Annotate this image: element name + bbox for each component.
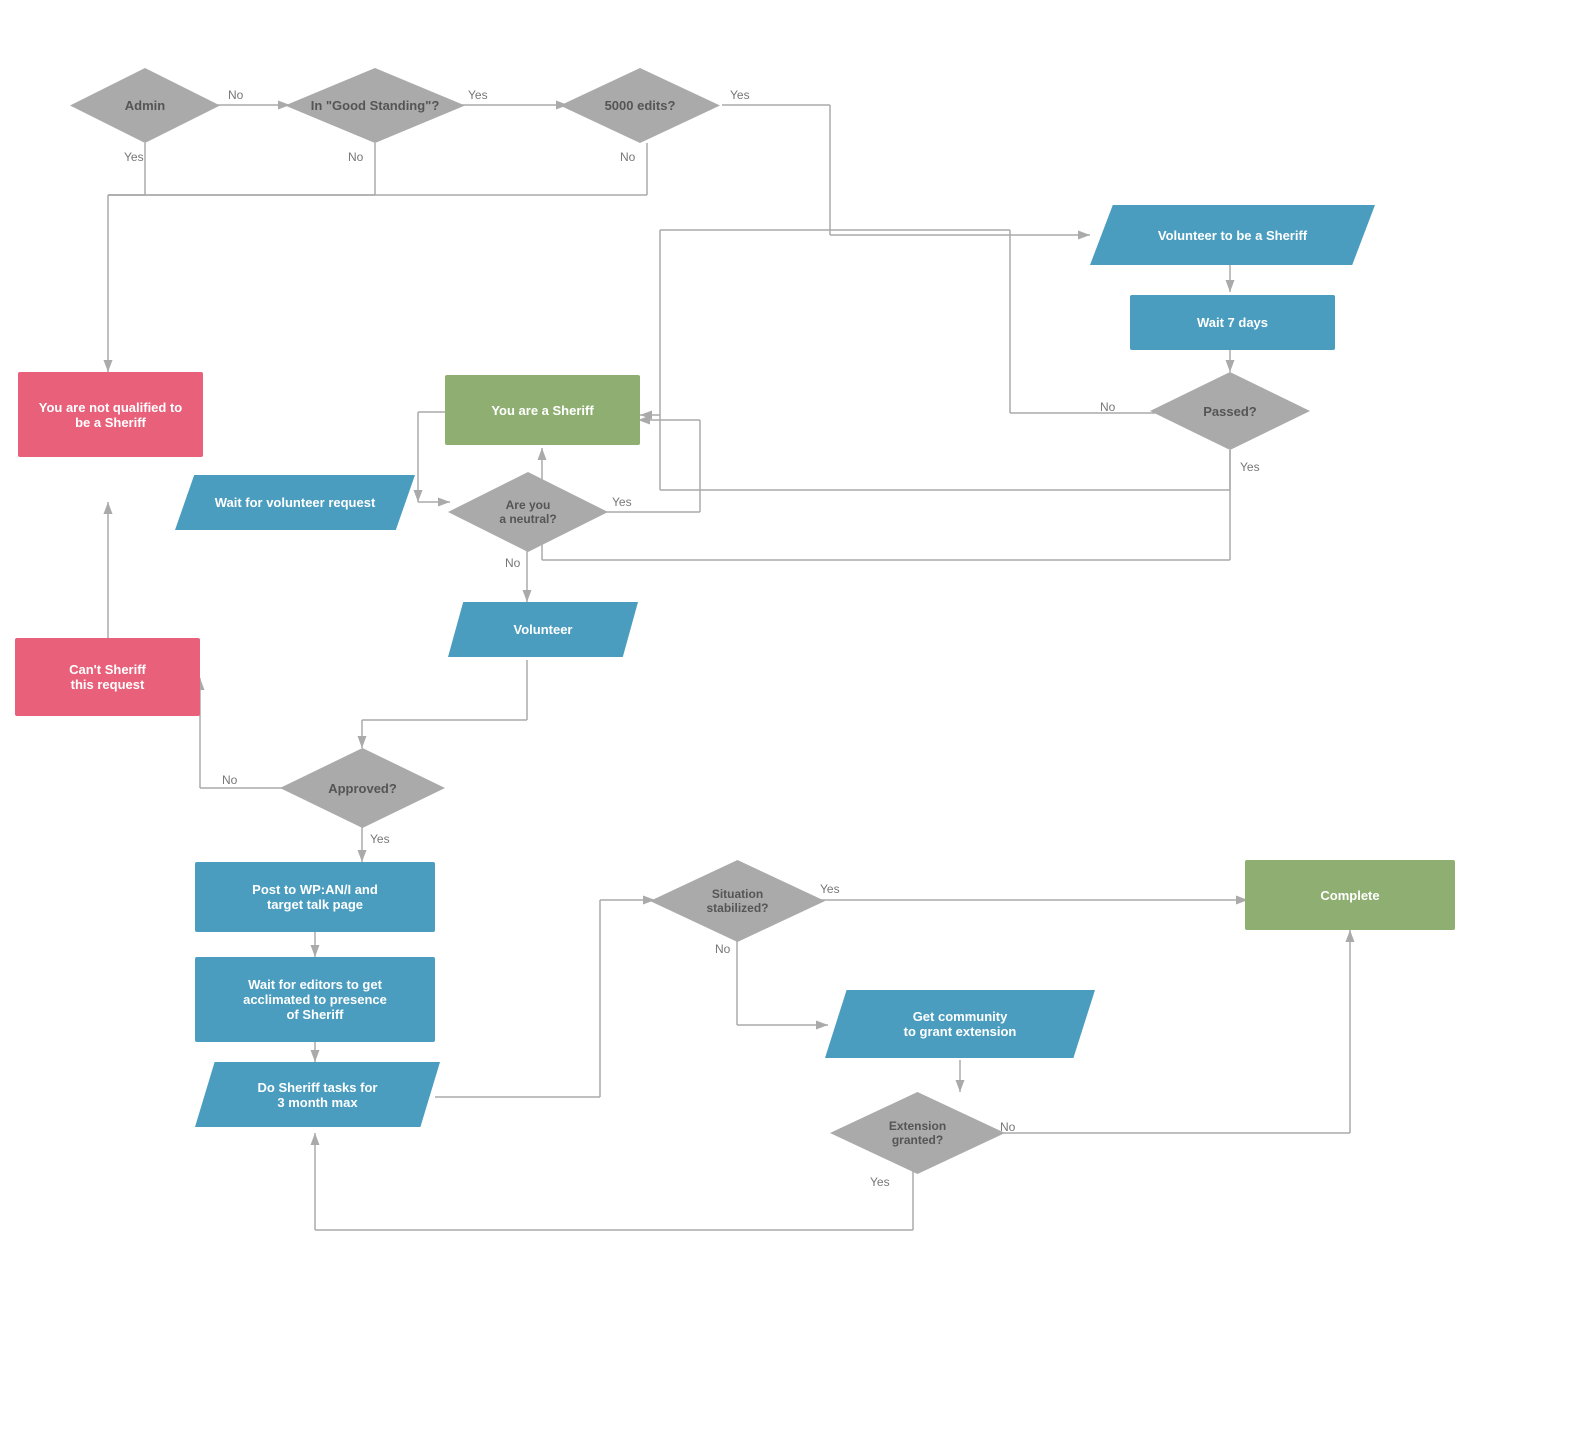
- do-tasks-label: Do Sheriff tasks for3 month max: [258, 1080, 378, 1110]
- extension-diamond: Extensiongranted?: [830, 1092, 1005, 1174]
- not-qualified-label: You are not qualified to be a Sheriff: [38, 400, 183, 430]
- edits-diamond: 5000 edits?: [560, 68, 720, 143]
- label-neutral-no: No: [505, 556, 520, 570]
- volunteer-para: Volunteer: [448, 602, 638, 657]
- label-passed-yes: Yes: [1240, 460, 1260, 474]
- wait-editors-label: Wait for editors to getacclimated to pre…: [243, 977, 387, 1022]
- label-admin-no: No: [228, 88, 243, 102]
- post-wp-rect: Post to WP:AN/I andtarget talk page: [195, 862, 435, 932]
- complete-rect: Complete: [1245, 860, 1455, 930]
- flowchart: No Yes Yes No Yes No No Yes Yes No No Ye…: [0, 0, 1578, 1434]
- approved-diamond: Approved?: [280, 748, 445, 828]
- label-ext-yes: Yes: [870, 1175, 890, 1189]
- do-tasks-para: Do Sheriff tasks for3 month max: [195, 1062, 440, 1127]
- label-sit-yes: Yes: [820, 882, 840, 896]
- wait-volunteer-label: Wait for volunteer request: [215, 495, 376, 510]
- admin-diamond: Admin: [70, 68, 220, 143]
- label-approved-yes: Yes: [370, 832, 390, 846]
- post-wp-label: Post to WP:AN/I andtarget talk page: [252, 882, 378, 912]
- label-gs-no: No: [348, 150, 363, 164]
- not-qualified-rect: You are not qualified to be a Sheriff: [18, 372, 203, 457]
- label-ext-no: No: [1000, 1120, 1015, 1134]
- wait-editors-rect: Wait for editors to getacclimated to pre…: [195, 957, 435, 1042]
- get-extension-para: Get communityto grant extension: [825, 990, 1095, 1058]
- label-approved-no: No: [222, 773, 237, 787]
- label-gs-yes: Yes: [468, 88, 488, 102]
- wait7-rect: Wait 7 days: [1130, 295, 1335, 350]
- volunteer-sheriff-label: Volunteer to be a Sheriff: [1158, 228, 1307, 243]
- volunteer-label: Volunteer: [514, 622, 573, 637]
- situation-diamond: Situationstabilized?: [650, 860, 825, 942]
- label-passed-no: No: [1100, 400, 1115, 414]
- cant-sheriff-label: Can't Sheriffthis request: [69, 662, 146, 692]
- complete-label: Complete: [1320, 888, 1379, 903]
- label-neutral-yes: Yes: [612, 495, 632, 509]
- volunteer-sheriff-para: Volunteer to be a Sheriff: [1090, 205, 1375, 265]
- label-admin-yes: Yes: [124, 150, 144, 164]
- label-edits-yes: Yes: [730, 88, 750, 102]
- cant-sheriff-rect: Can't Sheriffthis request: [15, 638, 200, 716]
- neutral-diamond: Are youa neutral?: [448, 472, 608, 552]
- label-sit-no: No: [715, 942, 730, 956]
- wait-volunteer-para: Wait for volunteer request: [175, 475, 415, 530]
- good-standing-diamond: In "Good Standing"?: [285, 68, 465, 143]
- get-extension-label: Get communityto grant extension: [904, 1009, 1017, 1039]
- label-edits-no: No: [620, 150, 635, 164]
- you-are-sheriff-label: You are a Sheriff: [491, 403, 593, 418]
- you-are-sheriff-rect: You are a Sheriff: [445, 375, 640, 445]
- passed-diamond: Passed?: [1150, 372, 1310, 450]
- wait7-label: Wait 7 days: [1197, 315, 1268, 330]
